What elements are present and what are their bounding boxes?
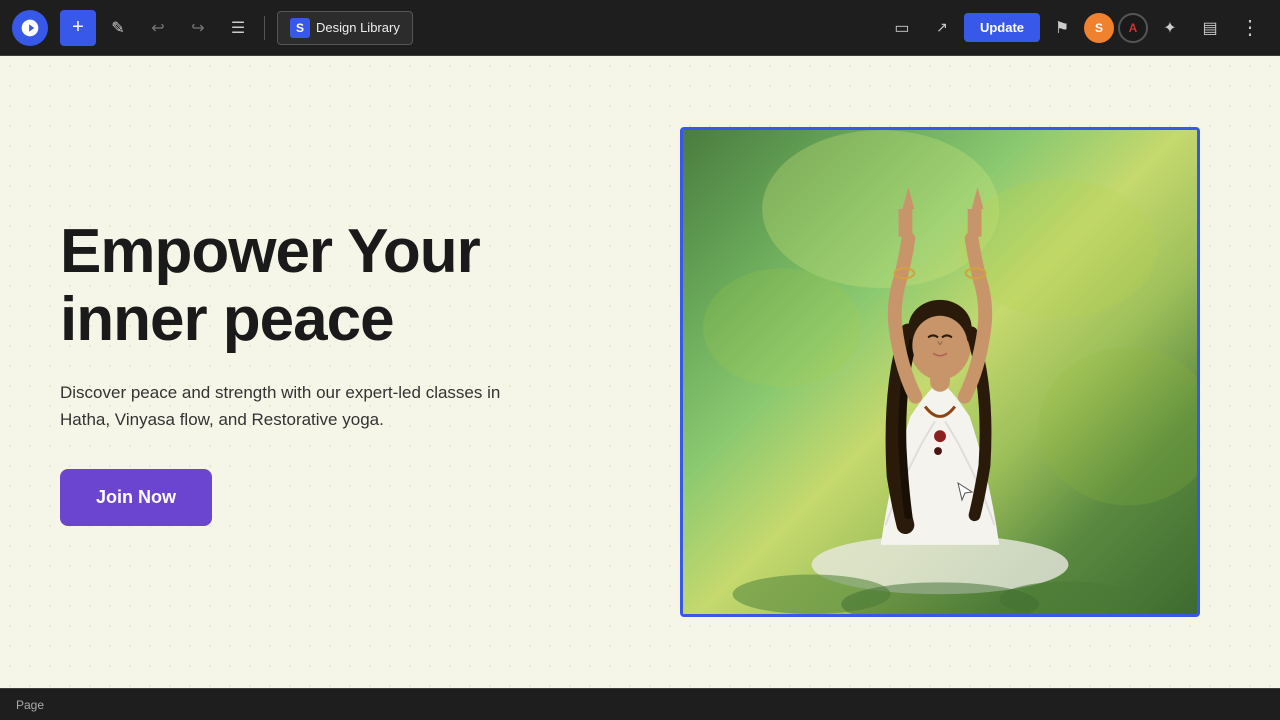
- stardust-button[interactable]: S: [1084, 13, 1114, 43]
- plus-icon: +: [72, 16, 84, 39]
- wordpress-logo[interactable]: [12, 10, 48, 46]
- toolbar-right-section: ▭ ↗ Update ⚑ S A ✦ ▤ ⋮: [884, 10, 1268, 46]
- design-library-label: Design Library: [316, 20, 400, 35]
- design-library-s-icon: S: [290, 18, 310, 38]
- list-view-button[interactable]: ☰: [220, 10, 256, 46]
- stardust-icon: S: [1095, 21, 1103, 35]
- hero-description: Discover peace and strength with our exp…: [60, 379, 540, 433]
- join-now-button[interactable]: Join Now: [60, 469, 212, 526]
- update-button[interactable]: Update: [964, 13, 1040, 42]
- sidebar-icon: ▤: [1202, 18, 1217, 38]
- redo-icon: ↪: [191, 18, 204, 38]
- more-icon: ⋮: [1240, 15, 1260, 40]
- sidebar-toggle-button[interactable]: ▤: [1192, 10, 1228, 46]
- desktop-icon: ▭: [894, 18, 909, 38]
- astra-button[interactable]: A: [1118, 13, 1148, 43]
- toolbar-divider-1: [264, 16, 265, 40]
- editor-canvas: Empower Your inner peace Discover peace …: [0, 56, 1280, 688]
- undo-button[interactable]: ↩: [140, 10, 176, 46]
- wp-logo-icon: [20, 18, 40, 38]
- design-library-button[interactable]: S Design Library: [277, 11, 413, 45]
- hero-image-block[interactable]: [680, 127, 1200, 617]
- ai-sparkle-button[interactable]: ✦: [1152, 10, 1188, 46]
- editor-toolbar: + ✎ ↩ ↪ ☰ S Design Library ▭ ↗ Update ⚑ …: [0, 0, 1280, 56]
- pencil-icon: ✎: [111, 18, 124, 38]
- sparkle-icon: ✦: [1163, 18, 1176, 38]
- yoga-figure-svg: [683, 130, 1197, 614]
- astra-icon: A: [1129, 21, 1138, 35]
- pencil-tool-button[interactable]: ✎: [100, 10, 136, 46]
- list-view-icon: ☰: [231, 18, 245, 38]
- more-options-button[interactable]: ⋮: [1232, 10, 1268, 46]
- external-view-button[interactable]: ↗: [924, 10, 960, 46]
- hero-title: Empower Your inner peace: [60, 218, 640, 354]
- redo-button[interactable]: ↪: [180, 10, 216, 46]
- status-bar: Page: [0, 688, 1280, 720]
- add-block-button[interactable]: +: [60, 10, 96, 46]
- undo-icon: ↩: [151, 18, 164, 38]
- hero-text-block: Empower Your inner peace Discover peace …: [60, 218, 640, 526]
- status-page-label: Page: [16, 698, 44, 712]
- external-link-icon: ↗: [936, 19, 948, 36]
- hero-image-canvas: [683, 130, 1197, 614]
- flag-icon: ⚑: [1055, 18, 1069, 38]
- hero-section: Empower Your inner peace Discover peace …: [0, 56, 1280, 688]
- desktop-preview-button[interactable]: ▭: [884, 10, 920, 46]
- flag-button[interactable]: ⚑: [1044, 10, 1080, 46]
